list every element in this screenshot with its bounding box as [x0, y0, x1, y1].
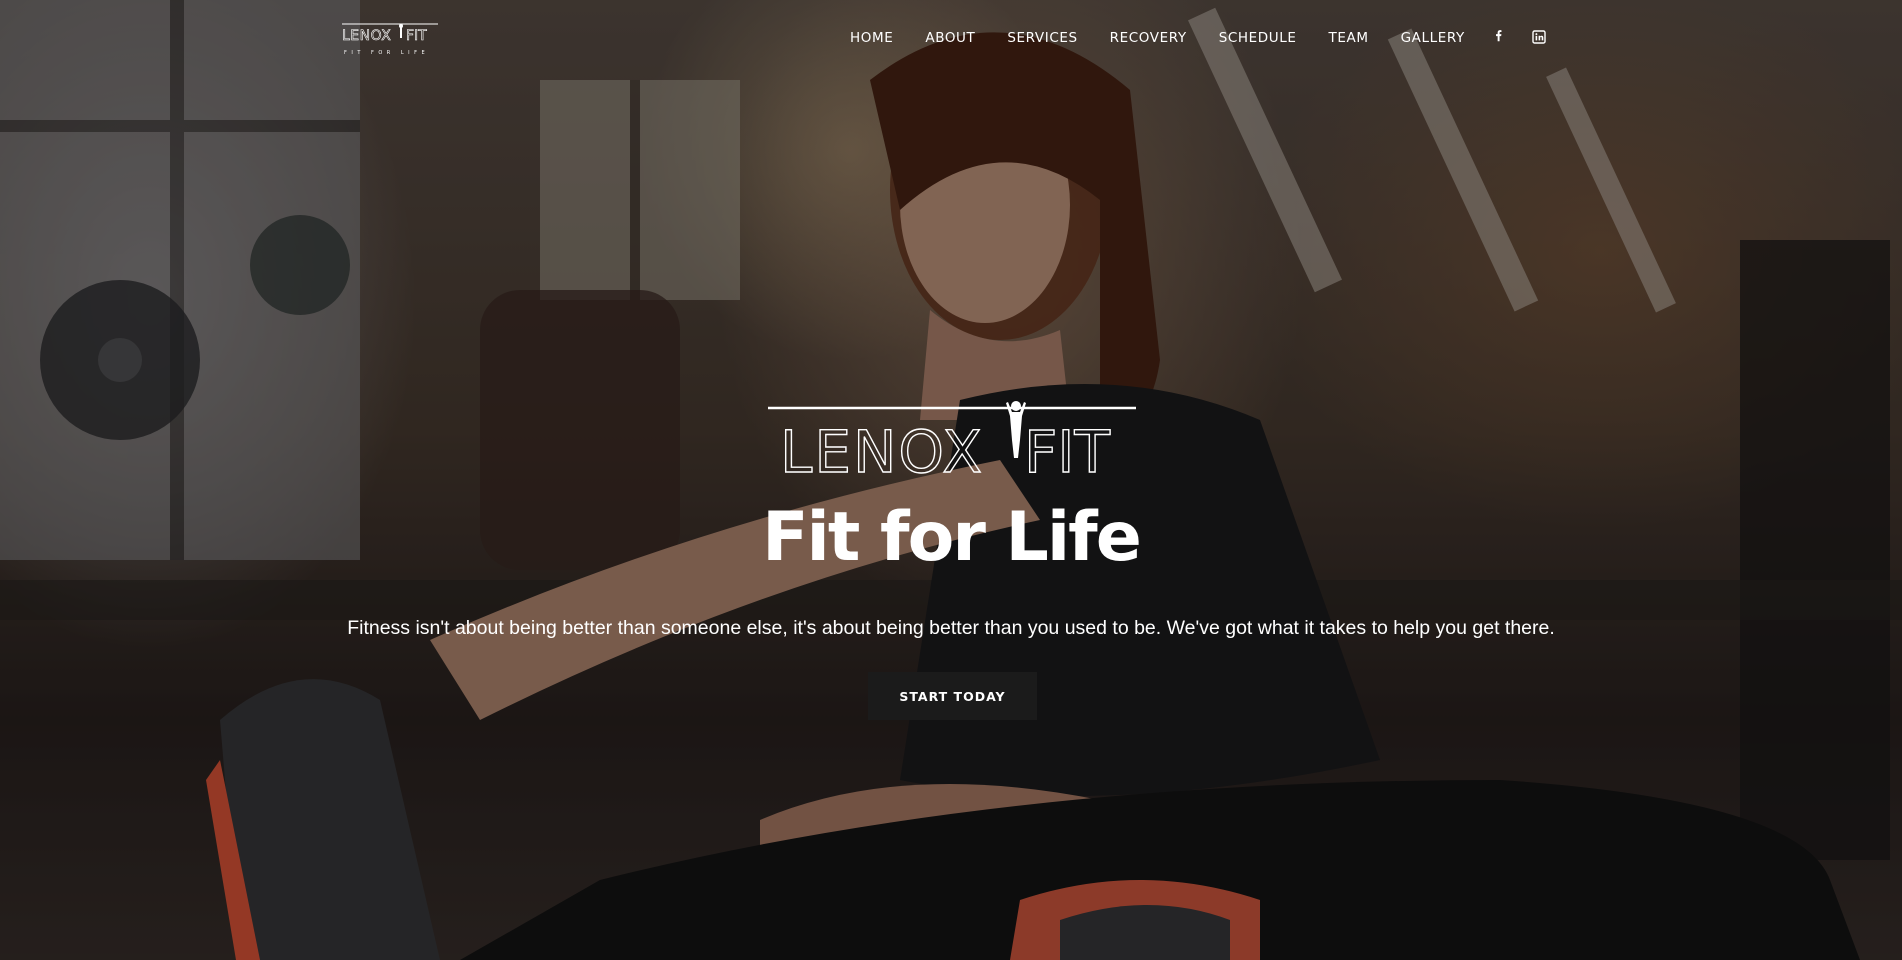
nav-about[interactable]: ABOUT [925, 30, 975, 46]
hero-logo: LENOX FIT [768, 400, 1136, 480]
nav-home[interactable]: HOME [850, 30, 893, 46]
nav-services[interactable]: SERVICES [1007, 30, 1077, 46]
linkedin-icon[interactable] [1532, 30, 1546, 44]
nav-recovery[interactable]: RECOVERY [1110, 30, 1187, 46]
nav-team[interactable]: TEAM [1329, 30, 1369, 46]
svg-text:FIT FOR LIFE: FIT FOR LIFE [344, 50, 429, 56]
hero-background [0, 0, 1902, 960]
hero-tagline: Fitness isn't about being better than so… [347, 617, 1555, 639]
hero-headline: Fit for Life [762, 498, 1142, 577]
social-links [1492, 30, 1546, 44]
svg-text:LENOX: LENOX [780, 418, 984, 480]
svg-text:FIT: FIT [1024, 418, 1110, 480]
brand-logo[interactable]: LENOX FIT FIT FOR LIFE [340, 20, 440, 60]
start-today-button[interactable]: START TODAY [868, 672, 1037, 720]
svg-text:LENOX: LENOX [342, 28, 391, 44]
facebook-icon[interactable] [1492, 30, 1506, 44]
nav-schedule[interactable]: SCHEDULE [1219, 30, 1297, 46]
svg-text:FIT: FIT [406, 28, 427, 44]
main-nav: HOME ABOUT SERVICES RECOVERY SCHEDULE TE… [850, 30, 1497, 46]
dark-overlay [0, 0, 1902, 960]
nav-gallery[interactable]: GALLERY [1401, 30, 1465, 46]
site-header: LENOX FIT FIT FOR LIFE HOME ABOUT SERVIC… [0, 0, 1902, 80]
